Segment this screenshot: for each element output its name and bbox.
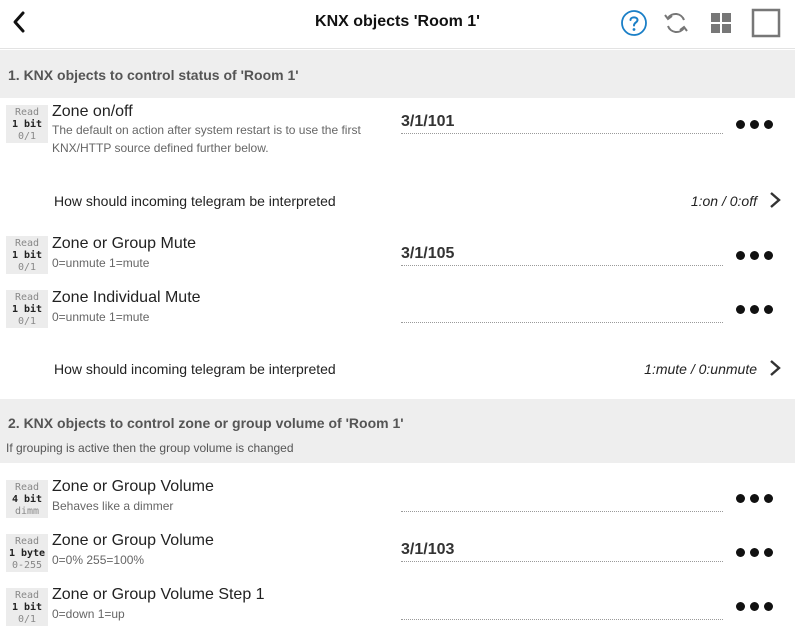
size-label: 1 bit: [11, 602, 43, 613]
object-title: Zone or Group Mute: [52, 235, 197, 252]
group-address-input[interactable]: [401, 111, 723, 134]
object-description: Behaves like a dimmer: [52, 499, 174, 513]
group-address-input[interactable]: [401, 597, 723, 620]
object-description: 0=unmute 1=mute: [52, 310, 150, 324]
app-header: KNX objects 'Room 1': [0, 0, 795, 49]
size-label: 4 bit: [11, 494, 43, 505]
interpretation-row[interactable]: How should incoming telegram be interpre…: [0, 348, 795, 388]
knx-object-row: Read 1 bit 0/1 Zone or Group Mute 0=unmu…: [0, 230, 795, 282]
range-label: 0/1: [17, 614, 37, 625]
access-label: Read: [14, 238, 40, 249]
more-options-button[interactable]: [736, 491, 774, 507]
datatype-badge: Read 1 bit 0/1: [6, 105, 48, 143]
knx-object-row: Read 1 bit 0/1 Zone or Group Volume Step…: [0, 582, 795, 629]
section-title: 2. KNX objects to control zone or group …: [8, 415, 404, 431]
square-icon[interactable]: [751, 8, 781, 38]
object-title: Zone or Group Volume Step 1: [52, 586, 265, 603]
group-address-input[interactable]: [401, 300, 723, 323]
object-title: Zone Individual Mute: [52, 289, 201, 306]
access-label: Read: [14, 292, 40, 303]
more-options-button[interactable]: [736, 248, 774, 264]
datatype-badge: Read 1 bit 0/1: [6, 588, 48, 626]
object-title: Zone on/off: [52, 103, 133, 120]
size-label: 1 bit: [11, 304, 43, 315]
object-description: 0=unmute 1=mute: [52, 256, 150, 270]
interpretation-row[interactable]: How should incoming telegram be interpre…: [0, 180, 795, 220]
chevron-right-icon[interactable]: [768, 190, 782, 210]
object-description: The default on action after system resta…: [52, 123, 361, 137]
object-description: KNX/HTTP source defined further below.: [52, 141, 269, 155]
size-label: 1 bit: [11, 119, 43, 130]
knx-object-row: Read 1 bit 0/1 Zone on/off The default o…: [0, 98, 795, 170]
help-icon[interactable]: [620, 9, 648, 37]
access-label: Read: [14, 482, 40, 493]
section-subtitle: If grouping is active then the group vol…: [6, 441, 294, 455]
range-label: 0/1: [17, 131, 37, 142]
size-label: 1 byte: [8, 548, 46, 559]
chevron-right-icon[interactable]: [768, 358, 782, 378]
datatype-badge: Read 1 bit 0/1: [6, 236, 48, 274]
group-address-input[interactable]: [401, 489, 723, 512]
access-label: Read: [14, 590, 40, 601]
knx-object-row: Read 1 bit 0/1 Zone Individual Mute 0=un…: [0, 284, 795, 336]
interpretation-value: 1:on / 0:off: [690, 193, 757, 209]
group-address-input[interactable]: [401, 539, 723, 562]
range-label: 0/1: [17, 316, 37, 327]
interpretation-label: How should incoming telegram be interpre…: [54, 193, 336, 209]
range-label: 0-255: [11, 560, 43, 571]
object-description: 0=0% 255=100%: [52, 553, 145, 567]
knx-object-row: Read 1 byte 0-255 Zone or Group Volume 0…: [0, 528, 795, 580]
section-header: 1. KNX objects to control status of 'Roo…: [0, 50, 795, 98]
grid-icon[interactable]: [707, 9, 735, 37]
more-options-button[interactable]: [736, 545, 774, 561]
interpretation-value: 1:mute / 0:unmute: [644, 361, 757, 377]
object-title: Zone or Group Volume: [52, 478, 214, 495]
more-options-button[interactable]: [736, 117, 774, 133]
datatype-badge: Read 1 byte 0-255: [6, 534, 48, 572]
access-label: Read: [14, 536, 40, 547]
more-options-button[interactable]: [736, 302, 774, 318]
group-address-input[interactable]: [401, 243, 723, 266]
section-header: 2. KNX objects to control zone or group …: [0, 399, 795, 463]
access-label: Read: [14, 107, 40, 118]
range-label: dimm: [14, 506, 40, 517]
interpretation-label: How should incoming telegram be interpre…: [54, 361, 336, 377]
size-label: 1 bit: [11, 250, 43, 261]
datatype-badge: Read 4 bit dimm: [6, 480, 48, 518]
range-label: 0/1: [17, 262, 37, 273]
object-title: Zone or Group Volume: [52, 532, 214, 549]
refresh-icon[interactable]: [662, 9, 690, 37]
knx-object-row: Read 4 bit dimm Zone or Group Volume Beh…: [0, 474, 795, 526]
datatype-badge: Read 1 bit 0/1: [6, 290, 48, 328]
section-title: 1. KNX objects to control status of 'Roo…: [8, 67, 299, 83]
object-description: 0=down 1=up: [52, 607, 125, 621]
more-options-button[interactable]: [736, 599, 774, 615]
